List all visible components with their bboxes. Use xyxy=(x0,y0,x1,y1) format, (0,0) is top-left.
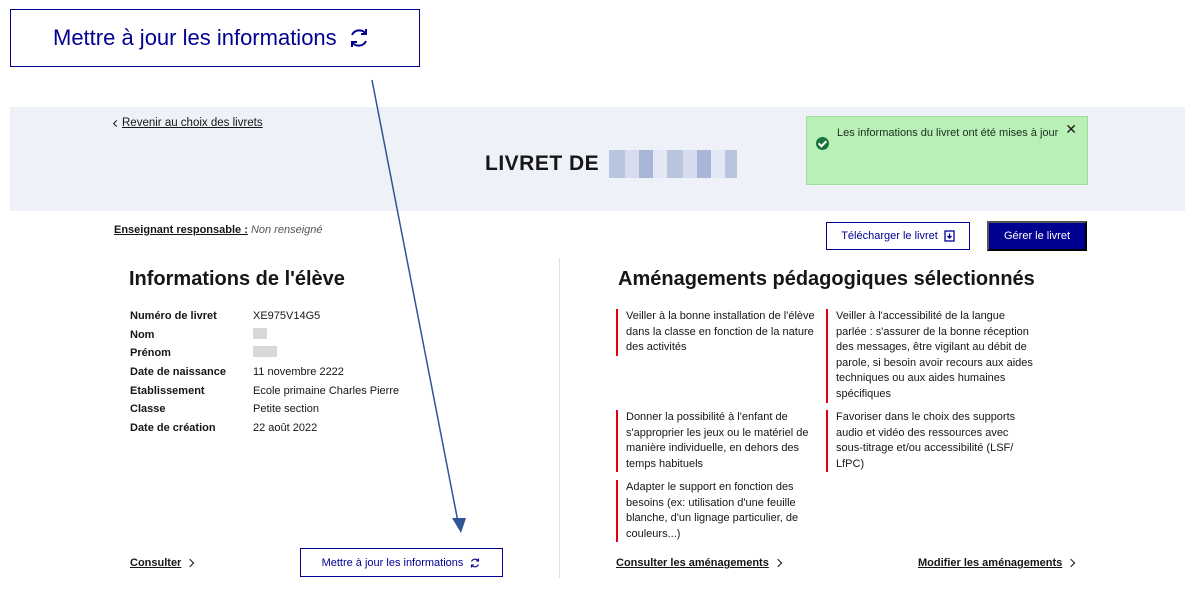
redacted-value xyxy=(253,346,277,358)
row-value: Petite section xyxy=(253,403,320,416)
page-title-label: LIVRET DE xyxy=(485,152,600,175)
table-row: Prénom xyxy=(130,344,399,363)
row-label: Prénom xyxy=(130,347,171,360)
check-circle-icon xyxy=(816,137,829,150)
chevron-left-icon xyxy=(112,119,121,127)
update-info-button[interactable]: Mettre à jour les informations xyxy=(300,548,503,577)
amenagement-item: Veiller à l'accessibilité de la langue p… xyxy=(826,309,1036,403)
table-row: Classe Petite section xyxy=(130,400,399,419)
chevron-right-icon xyxy=(773,558,783,568)
table-row: Numéro de livret XE975V14G5 xyxy=(130,307,399,326)
update-info-label: Mettre à jour les informations xyxy=(321,556,464,569)
download-icon xyxy=(944,230,955,242)
row-value: Ecole primaine Charles Pierre xyxy=(253,384,400,397)
success-toast: Les informations du livret ont été mises… xyxy=(806,116,1088,185)
toast-message: Les informations du livret ont été mises… xyxy=(837,127,1059,139)
row-label: Nom xyxy=(130,328,155,341)
amenagement-item: Adapter le support en fonction des besoi… xyxy=(616,480,826,543)
consult-amenagements-link[interactable]: Consulter les aménagements xyxy=(616,557,783,569)
row-value: XE975V14G5 xyxy=(253,310,321,323)
student-info-table: Numéro de livret XE975V14G5 Nom Prénom D… xyxy=(130,307,399,437)
teacher-value: Non renseigné xyxy=(250,224,323,236)
amenagement-item: Veiller à la bonne installation de l'élè… xyxy=(616,309,826,356)
redacted-value xyxy=(253,327,267,339)
student-heading: Informations de l'élève xyxy=(129,268,345,290)
row-value: 11 novembre 2222 xyxy=(253,366,344,379)
refresh-icon xyxy=(471,558,480,567)
refresh-icon xyxy=(350,29,367,47)
teacher-label: Enseignant responsable : xyxy=(114,224,248,236)
consult-label: Consulter xyxy=(130,557,182,569)
amenagements-heading: Aménagements pédagogiques sélectionnés xyxy=(618,268,1035,290)
back-link[interactable]: Revenir au choix des livrets xyxy=(112,117,263,129)
back-link-label: Revenir au choix des livrets xyxy=(122,117,263,129)
row-value xyxy=(253,326,399,345)
row-label: Classe xyxy=(130,403,166,416)
download-label: Télécharger le livret xyxy=(841,230,938,242)
annotation-arrow xyxy=(371,79,466,533)
row-label: Etablissement xyxy=(130,384,205,397)
column-divider xyxy=(559,258,560,578)
row-label: Date de naissance xyxy=(130,366,226,379)
close-icon[interactable]: ✕ xyxy=(1065,121,1077,137)
amenagement-item: Donner la possibilité à l'enfant de s'ap… xyxy=(616,410,826,473)
consult-link[interactable]: Consulter xyxy=(130,557,195,569)
row-value xyxy=(253,344,399,363)
row-label: Numéro de livret xyxy=(130,310,217,323)
chevron-right-icon xyxy=(1067,558,1076,568)
consult-amenagements-label: Consulter les aménagements xyxy=(616,557,769,569)
page-title: LIVRET DE xyxy=(485,150,738,178)
download-button[interactable]: Télécharger le livret xyxy=(826,222,970,250)
table-row: Date de naissance 11 novembre 2222 xyxy=(130,363,399,382)
manage-button[interactable]: Gérer le livret xyxy=(987,221,1087,251)
update-callout: Mettre à jour les informations xyxy=(10,9,420,67)
row-value: 22 août 2022 xyxy=(253,421,318,434)
modify-amenagements-label: Modifier les aménagements xyxy=(918,557,1063,569)
table-row: Nom xyxy=(130,326,399,345)
table-row: Date de création 22 août 2022 xyxy=(130,419,399,438)
callout-label: Mettre à jour les informations xyxy=(53,25,337,50)
table-row: Etablissement Ecole primaine Charles Pie… xyxy=(130,381,399,400)
chevron-right-icon xyxy=(186,558,195,568)
modify-amenagements-link[interactable]: Modifier les aménagements xyxy=(918,557,1076,569)
row-label: Date de création xyxy=(130,421,216,434)
redacted-student-name xyxy=(609,150,738,178)
teacher-info: Enseignant responsable : Non renseigné xyxy=(114,224,323,236)
amenagement-item: Favoriser dans le choix des supports aud… xyxy=(826,410,1036,473)
